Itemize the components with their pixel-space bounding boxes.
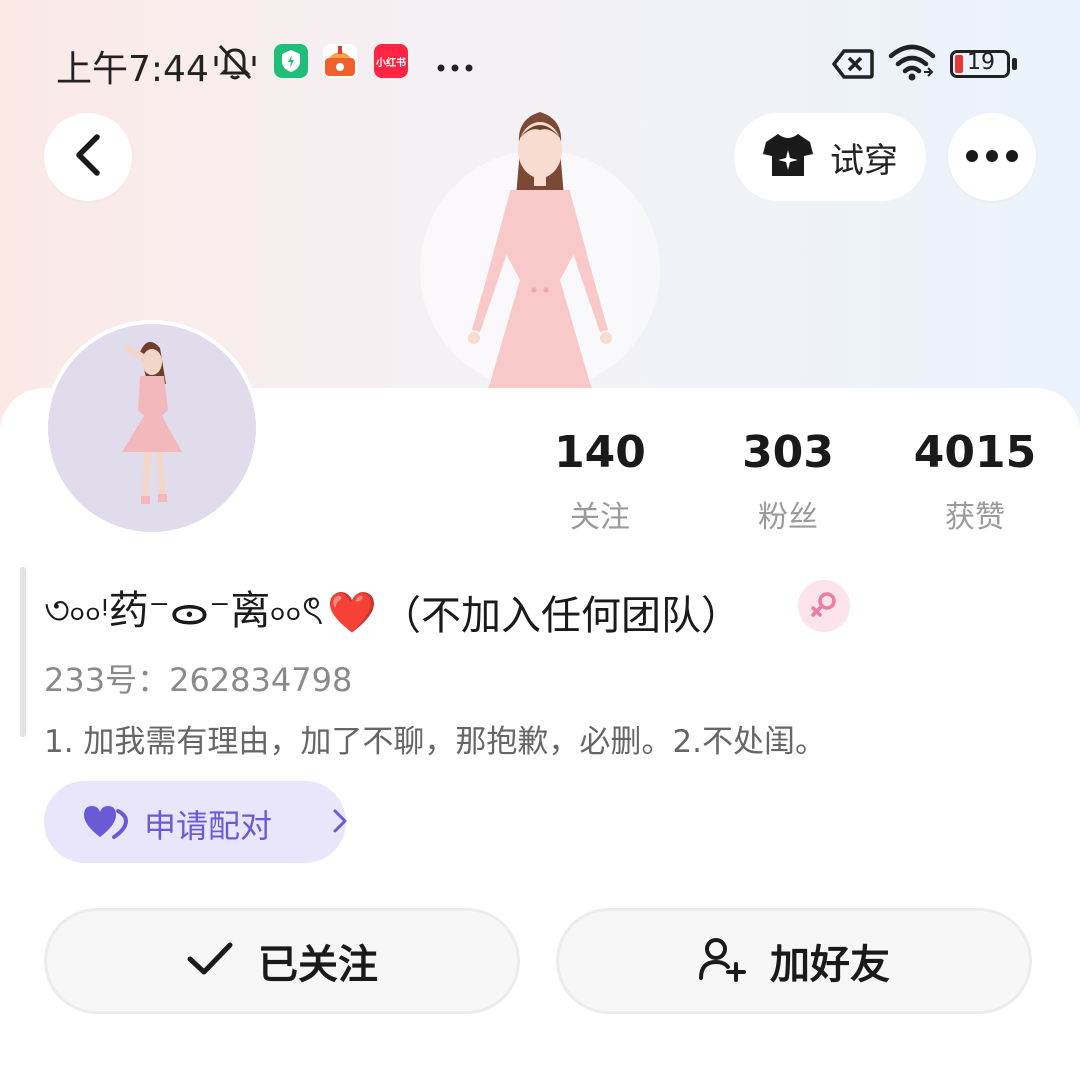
followers-label: 粉丝 xyxy=(758,500,818,535)
more-dots-icon xyxy=(965,148,1019,167)
battery-icon: 19 xyxy=(950,50,1010,78)
apply-pair-label: 申请配对 xyxy=(144,807,273,845)
chevron-left-icon xyxy=(73,133,103,181)
female-icon xyxy=(809,589,839,623)
try-on-button[interactable]: 试穿 xyxy=(734,113,926,201)
likes-count: 4015 xyxy=(913,427,1037,478)
tshirt-sparkle-icon xyxy=(762,132,814,182)
avatar-3d-figure xyxy=(410,100,670,390)
add-friend-button[interactable]: 加好友 xyxy=(556,908,1032,1014)
add-user-icon xyxy=(698,936,746,986)
battery-percent: 19 xyxy=(967,50,995,75)
stat-likes[interactable]: 4015 获赞 xyxy=(895,428,1055,536)
add-friend-button-label: 加好友 xyxy=(770,942,890,988)
likes-label: 获赞 xyxy=(945,500,1005,535)
nickname-text: ৩৹৹ᵎ药⁻ᯣ⁻离৹৹ৎ xyxy=(44,588,324,634)
followers-count: 303 xyxy=(742,427,834,478)
checkmark-icon xyxy=(186,941,234,981)
stat-following[interactable]: 140 关注 xyxy=(520,428,680,536)
battery-level xyxy=(955,55,963,73)
nickname-suffix: （不加入任何团队） xyxy=(381,593,742,639)
following-label: 关注 xyxy=(570,500,630,535)
following-count: 140 xyxy=(554,427,646,478)
status-bar: 上午7:44 小红书 19 xyxy=(0,30,1080,96)
avatar[interactable] xyxy=(44,320,260,536)
nickname: ৩৹৹ᵎ药⁻ᯣ⁻离৹৹ৎ ❤️ （不加入任何团队） xyxy=(44,578,741,646)
stat-followers[interactable]: 303 粉丝 xyxy=(708,428,868,536)
battery-nub xyxy=(1012,58,1017,70)
heart-emoji: ❤️ xyxy=(327,589,378,636)
cake-app-icon xyxy=(323,44,357,78)
more-dots-status-icon xyxy=(436,58,474,77)
status-time: 上午7:44 xyxy=(56,49,209,90)
double-heart-icon xyxy=(82,803,129,845)
mute-icon xyxy=(212,42,258,86)
more-options-button[interactable] xyxy=(948,113,1036,201)
scroll-indicator xyxy=(20,567,26,737)
shield-app-icon xyxy=(274,44,308,78)
bio-text: 1. 加我需有理由，加了不聊，那抱歉，必删。2.不处闺。 xyxy=(44,724,827,760)
chevron-right-icon xyxy=(332,808,348,838)
try-on-label: 试穿 xyxy=(830,140,898,181)
following-button-label: 已关注 xyxy=(258,942,378,988)
back-button[interactable] xyxy=(44,113,132,201)
apply-pair-button[interactable]: 申请配对 xyxy=(44,781,348,863)
gender-badge xyxy=(798,580,850,632)
wifi-icon xyxy=(888,44,936,86)
avatar-image xyxy=(48,324,256,532)
no-sim-icon xyxy=(831,48,874,84)
account-id: 233号：262834798 xyxy=(44,661,353,699)
following-button[interactable]: 已关注 xyxy=(44,908,520,1014)
xiaohongshu-app-icon: 小红书 xyxy=(374,44,408,78)
